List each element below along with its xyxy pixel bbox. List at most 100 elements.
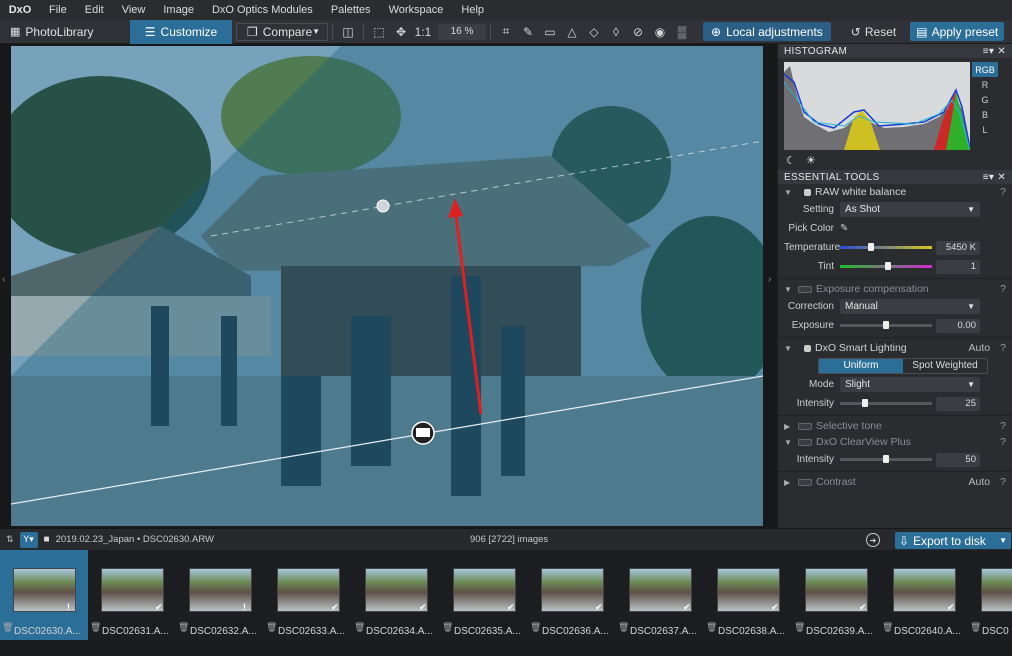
trash-icon[interactable]: 🗑 xyxy=(354,622,365,633)
thumbnail[interactable]: ✔ 🗑 DSC02633.A... xyxy=(264,550,352,640)
chevron-down-icon[interactable]: ▼ xyxy=(784,285,794,294)
trash-icon[interactable]: 🗑 xyxy=(794,622,805,633)
toggle-contrast[interactable] xyxy=(798,478,812,486)
trash-icon[interactable]: 🗑 xyxy=(266,622,277,633)
toggle-selective-tone[interactable] xyxy=(798,422,812,430)
apply-preset-button[interactable]: ▤ Apply preset xyxy=(910,22,1005,41)
menu-image[interactable]: Image xyxy=(154,4,203,16)
channel-rgb[interactable]: RGB xyxy=(972,62,998,77)
help-icon[interactable]: ? xyxy=(1000,420,1006,432)
chevron-down-icon[interactable]: ▼ xyxy=(784,188,794,197)
horizon-icon[interactable]: ▭ xyxy=(539,20,561,44)
help-icon[interactable]: ? xyxy=(1000,283,1006,295)
zoom-1to1-button[interactable]: 1:1 xyxy=(412,20,434,44)
menu-workspace[interactable]: Workspace xyxy=(380,4,453,16)
trash-icon[interactable]: 🗑 xyxy=(706,622,717,633)
contrast-auto[interactable]: Auto xyxy=(969,476,991,488)
trash-icon[interactable]: 🗑 xyxy=(618,622,629,633)
perspective-rect-icon[interactable]: ◊ xyxy=(605,20,627,44)
temperature-value[interactable]: 5450 K xyxy=(936,240,980,255)
thumbnail[interactable]: ✔ 🗑 DSC02639.A... xyxy=(792,550,880,640)
section-selective-tone[interactable]: ▶ Selective tone ? xyxy=(778,418,1012,434)
grid-overlay-icon[interactable]: ▒ xyxy=(671,20,693,44)
trash-icon[interactable]: 🗑 xyxy=(442,622,453,633)
eyedropper-icon[interactable]: ✎ xyxy=(517,20,539,44)
section-raw-white-balance[interactable]: ▼ RAW white balance ? xyxy=(778,184,1012,200)
trash-icon[interactable]: 🗑 xyxy=(90,622,101,633)
perspective-lines-icon[interactable]: ◇ xyxy=(583,20,605,44)
clearview-intensity-knob[interactable] xyxy=(883,455,889,463)
trash-icon[interactable]: 🗑 xyxy=(530,622,541,633)
trash-icon[interactable]: 🗑 xyxy=(178,622,189,633)
help-icon[interactable]: ? xyxy=(1000,436,1006,448)
smart-lighting-intensity-slider[interactable] xyxy=(840,396,932,411)
zoom-level[interactable]: 16 % xyxy=(438,23,486,40)
thumbnail[interactable]: ✔ 🗑 DSC02637.A... xyxy=(616,550,704,640)
toggle-raw-white-balance[interactable] xyxy=(804,188,811,196)
temperature-knob[interactable] xyxy=(867,243,874,251)
split-view-icon[interactable]: ◫ xyxy=(337,20,359,44)
reset-button[interactable]: ↺ Reset xyxy=(851,25,896,39)
thumbnail[interactable]: ✔ 🗑 DSC02631.A... xyxy=(88,550,176,640)
help-icon[interactable]: ? xyxy=(1000,342,1006,354)
panel-menu-icon[interactable]: ≡▾ ✕ xyxy=(983,46,1006,57)
repair-icon[interactable]: ⊘ xyxy=(627,20,649,44)
temperature-slider[interactable] xyxy=(840,240,932,255)
thumbnail[interactable]: ✔ 🗑 DSC02640.A... xyxy=(880,550,968,640)
help-icon[interactable]: ? xyxy=(1000,186,1006,198)
trash-icon[interactable]: 🗑 xyxy=(2,622,13,633)
thumbnail[interactable]: ✔ 🗑 DSC02638.A... xyxy=(704,550,792,640)
moon-icon[interactable]: ☾ xyxy=(786,154,796,167)
smart-lighting-auto[interactable]: Auto xyxy=(969,342,991,354)
exposure-value[interactable]: 0.00 xyxy=(936,318,980,333)
move-icon[interactable]: ✥ xyxy=(390,20,412,44)
chevron-right-icon[interactable]: ▶ xyxy=(784,422,794,431)
filter-button[interactable]: Y▾ xyxy=(19,531,38,548)
menu-view[interactable]: View xyxy=(113,4,155,16)
collapse-left-icon[interactable]: ‹ xyxy=(2,274,5,285)
tab-customize[interactable]: ☰ Customize xyxy=(130,19,232,44)
mode-select[interactable]: Slight ▼ xyxy=(840,377,980,392)
section-exposure-compensation[interactable]: ▼ Exposure compensation ? xyxy=(778,281,1012,297)
chevron-right-icon[interactable]: ▶ xyxy=(784,478,794,487)
fit-screen-icon[interactable]: ⬚ xyxy=(368,20,390,44)
trash-icon[interactable]: 🗑 xyxy=(882,622,893,633)
tab-photolibrary[interactable]: ▦ PhotoLibrary xyxy=(0,20,130,44)
help-icon[interactable]: ? xyxy=(1000,476,1006,488)
toggle-clearview[interactable] xyxy=(798,438,812,446)
image-viewer[interactable]: ‹ › xyxy=(0,44,776,528)
export-to-disk-button[interactable]: ⇩ Export to disk ▼ xyxy=(895,532,1011,549)
section-clearview[interactable]: ▼ DxO ClearView Plus ? xyxy=(778,434,1012,450)
toggle-exposure-compensation[interactable] xyxy=(798,285,812,293)
section-contrast[interactable]: ▶ Contrast Auto ? xyxy=(778,474,1012,490)
channel-g[interactable]: G xyxy=(972,92,998,107)
segment-uniform[interactable]: Uniform xyxy=(819,358,903,373)
clearview-intensity-slider[interactable] xyxy=(840,452,932,467)
menu-file[interactable]: File xyxy=(40,4,76,16)
chevron-down-icon[interactable]: ▼ xyxy=(999,536,1007,545)
section-smart-lighting[interactable]: ▼ DxO Smart Lighting Auto ? xyxy=(778,340,1012,356)
wb-setting-select[interactable]: As Shot ▼ xyxy=(840,202,980,217)
eyedropper-icon[interactable]: ✎ xyxy=(840,223,848,234)
thumbnail[interactable]: ! 🗑 DSC02632.A... xyxy=(176,550,264,640)
red-eye-icon[interactable]: ◉ xyxy=(649,20,671,44)
channel-l[interactable]: L xyxy=(972,122,998,137)
trash-icon[interactable]: 🗑 xyxy=(970,622,981,633)
smart-lighting-intensity-knob[interactable] xyxy=(861,399,868,407)
tint-knob[interactable] xyxy=(884,262,891,270)
local-adjustments-button[interactable]: ⊕ Local adjustments xyxy=(703,22,831,41)
chevron-down-icon[interactable]: ▼ xyxy=(784,438,794,447)
toggle-smart-lighting[interactable] xyxy=(804,344,811,352)
segment-spot-weighted[interactable]: Spot Weighted xyxy=(903,359,987,373)
perspective-icon[interactable]: △ xyxy=(561,20,583,44)
menu-help[interactable]: Help xyxy=(452,4,493,16)
thumbnail[interactable]: ! 🗑 DSC02630.A... xyxy=(0,550,88,640)
thumbnail[interactable]: ✔ 🗑 DSC02635.A... xyxy=(440,550,528,640)
exposure-knob[interactable] xyxy=(883,321,889,329)
menu-edit[interactable]: Edit xyxy=(76,4,113,16)
menu-palettes[interactable]: Palettes xyxy=(322,4,380,16)
panel-menu-icon[interactable]: ≡▾ ✕ xyxy=(983,172,1006,183)
thumbnail[interactable]: ✔ 🗑 DSC02636.A... xyxy=(528,550,616,640)
photo-canvas[interactable] xyxy=(11,46,763,526)
clearview-intensity-value[interactable]: 50 xyxy=(936,452,980,467)
